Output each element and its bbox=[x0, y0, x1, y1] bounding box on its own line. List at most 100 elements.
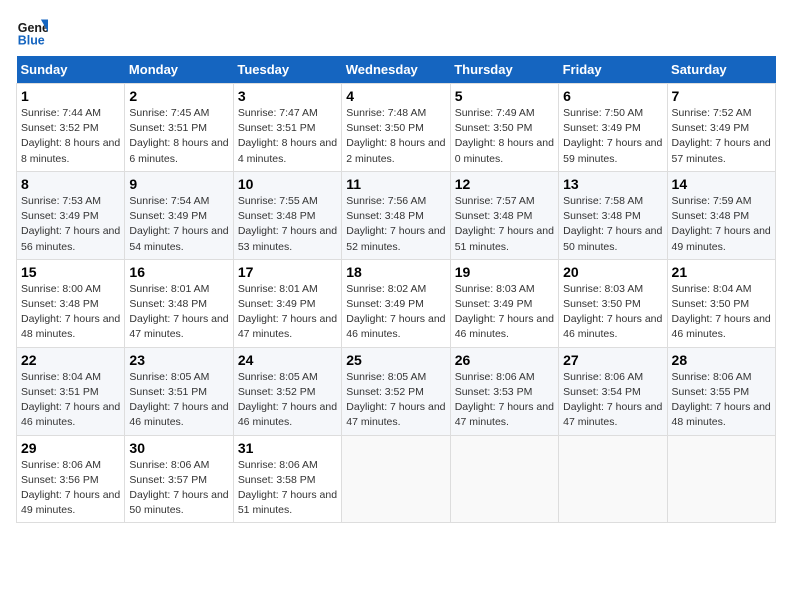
day-info: Sunrise: 8:01 AMSunset: 3:48 PMDaylight:… bbox=[129, 283, 228, 341]
calendar-cell: 5 Sunrise: 7:49 AMSunset: 3:50 PMDayligh… bbox=[450, 84, 558, 172]
calendar-cell: 23 Sunrise: 8:05 AMSunset: 3:51 PMDaylig… bbox=[125, 347, 233, 435]
calendar-cell: 26 Sunrise: 8:06 AMSunset: 3:53 PMDaylig… bbox=[450, 347, 558, 435]
day-info: Sunrise: 8:06 AMSunset: 3:53 PMDaylight:… bbox=[455, 371, 554, 429]
calendar-cell bbox=[559, 435, 667, 523]
day-info: Sunrise: 7:56 AMSunset: 3:48 PMDaylight:… bbox=[346, 195, 445, 253]
day-number: 29 bbox=[21, 440, 120, 456]
calendar-table: SundayMondayTuesdayWednesdayThursdayFrid… bbox=[16, 56, 776, 523]
calendar-cell: 8 Sunrise: 7:53 AMSunset: 3:49 PMDayligh… bbox=[17, 171, 125, 259]
calendar-header-monday: Monday bbox=[125, 56, 233, 84]
day-number: 13 bbox=[563, 176, 662, 192]
day-number: 26 bbox=[455, 352, 554, 368]
day-info: Sunrise: 8:03 AMSunset: 3:49 PMDaylight:… bbox=[455, 283, 554, 341]
calendar-header-thursday: Thursday bbox=[450, 56, 558, 84]
calendar-cell: 10 Sunrise: 7:55 AMSunset: 3:48 PMDaylig… bbox=[233, 171, 341, 259]
calendar-cell: 24 Sunrise: 8:05 AMSunset: 3:52 PMDaylig… bbox=[233, 347, 341, 435]
calendar-cell: 19 Sunrise: 8:03 AMSunset: 3:49 PMDaylig… bbox=[450, 259, 558, 347]
calendar-cell: 9 Sunrise: 7:54 AMSunset: 3:49 PMDayligh… bbox=[125, 171, 233, 259]
day-number: 21 bbox=[672, 264, 771, 280]
day-number: 8 bbox=[21, 176, 120, 192]
day-info: Sunrise: 8:06 AMSunset: 3:58 PMDaylight:… bbox=[238, 459, 337, 517]
calendar-cell: 28 Sunrise: 8:06 AMSunset: 3:55 PMDaylig… bbox=[667, 347, 775, 435]
day-number: 28 bbox=[672, 352, 771, 368]
calendar-cell: 27 Sunrise: 8:06 AMSunset: 3:54 PMDaylig… bbox=[559, 347, 667, 435]
calendar-cell: 15 Sunrise: 8:00 AMSunset: 3:48 PMDaylig… bbox=[17, 259, 125, 347]
calendar-cell: 25 Sunrise: 8:05 AMSunset: 3:52 PMDaylig… bbox=[342, 347, 450, 435]
day-info: Sunrise: 7:54 AMSunset: 3:49 PMDaylight:… bbox=[129, 195, 228, 253]
day-number: 1 bbox=[21, 88, 120, 104]
day-number: 2 bbox=[129, 88, 228, 104]
day-info: Sunrise: 8:05 AMSunset: 3:52 PMDaylight:… bbox=[238, 371, 337, 429]
day-info: Sunrise: 7:52 AMSunset: 3:49 PMDaylight:… bbox=[672, 107, 771, 165]
calendar-cell: 1 Sunrise: 7:44 AMSunset: 3:52 PMDayligh… bbox=[17, 84, 125, 172]
calendar-week-2: 8 Sunrise: 7:53 AMSunset: 3:49 PMDayligh… bbox=[17, 171, 776, 259]
logo: General Blue bbox=[16, 16, 52, 48]
day-number: 18 bbox=[346, 264, 445, 280]
day-number: 9 bbox=[129, 176, 228, 192]
day-number: 5 bbox=[455, 88, 554, 104]
calendar-header-saturday: Saturday bbox=[667, 56, 775, 84]
calendar-header-wednesday: Wednesday bbox=[342, 56, 450, 84]
day-info: Sunrise: 8:06 AMSunset: 3:57 PMDaylight:… bbox=[129, 459, 228, 517]
calendar-cell: 7 Sunrise: 7:52 AMSunset: 3:49 PMDayligh… bbox=[667, 84, 775, 172]
calendar-cell: 16 Sunrise: 8:01 AMSunset: 3:48 PMDaylig… bbox=[125, 259, 233, 347]
day-info: Sunrise: 8:05 AMSunset: 3:52 PMDaylight:… bbox=[346, 371, 445, 429]
day-info: Sunrise: 8:00 AMSunset: 3:48 PMDaylight:… bbox=[21, 283, 120, 341]
calendar-cell: 11 Sunrise: 7:56 AMSunset: 3:48 PMDaylig… bbox=[342, 171, 450, 259]
day-info: Sunrise: 7:44 AMSunset: 3:52 PMDaylight:… bbox=[21, 107, 120, 165]
calendar-week-3: 15 Sunrise: 8:00 AMSunset: 3:48 PMDaylig… bbox=[17, 259, 776, 347]
calendar-header-row: SundayMondayTuesdayWednesdayThursdayFrid… bbox=[17, 56, 776, 84]
calendar-cell: 30 Sunrise: 8:06 AMSunset: 3:57 PMDaylig… bbox=[125, 435, 233, 523]
calendar-week-1: 1 Sunrise: 7:44 AMSunset: 3:52 PMDayligh… bbox=[17, 84, 776, 172]
day-info: Sunrise: 7:55 AMSunset: 3:48 PMDaylight:… bbox=[238, 195, 337, 253]
svg-text:Blue: Blue bbox=[18, 33, 45, 47]
calendar-cell: 18 Sunrise: 8:02 AMSunset: 3:49 PMDaylig… bbox=[342, 259, 450, 347]
calendar-cell bbox=[342, 435, 450, 523]
day-number: 16 bbox=[129, 264, 228, 280]
calendar-cell: 4 Sunrise: 7:48 AMSunset: 3:50 PMDayligh… bbox=[342, 84, 450, 172]
day-number: 23 bbox=[129, 352, 228, 368]
day-info: Sunrise: 8:04 AMSunset: 3:50 PMDaylight:… bbox=[672, 283, 771, 341]
day-number: 22 bbox=[21, 352, 120, 368]
day-number: 4 bbox=[346, 88, 445, 104]
day-number: 19 bbox=[455, 264, 554, 280]
calendar-header-sunday: Sunday bbox=[17, 56, 125, 84]
calendar-cell: 2 Sunrise: 7:45 AMSunset: 3:51 PMDayligh… bbox=[125, 84, 233, 172]
day-info: Sunrise: 8:06 AMSunset: 3:56 PMDaylight:… bbox=[21, 459, 120, 517]
day-number: 12 bbox=[455, 176, 554, 192]
day-info: Sunrise: 8:01 AMSunset: 3:49 PMDaylight:… bbox=[238, 283, 337, 341]
day-number: 31 bbox=[238, 440, 337, 456]
day-number: 11 bbox=[346, 176, 445, 192]
day-info: Sunrise: 7:47 AMSunset: 3:51 PMDaylight:… bbox=[238, 107, 337, 165]
day-info: Sunrise: 8:06 AMSunset: 3:55 PMDaylight:… bbox=[672, 371, 771, 429]
day-info: Sunrise: 8:03 AMSunset: 3:50 PMDaylight:… bbox=[563, 283, 662, 341]
day-info: Sunrise: 7:57 AMSunset: 3:48 PMDaylight:… bbox=[455, 195, 554, 253]
day-number: 20 bbox=[563, 264, 662, 280]
day-info: Sunrise: 7:53 AMSunset: 3:49 PMDaylight:… bbox=[21, 195, 120, 253]
day-info: Sunrise: 7:45 AMSunset: 3:51 PMDaylight:… bbox=[129, 107, 228, 165]
day-number: 6 bbox=[563, 88, 662, 104]
page-header: General Blue bbox=[16, 16, 776, 48]
calendar-cell: 21 Sunrise: 8:04 AMSunset: 3:50 PMDaylig… bbox=[667, 259, 775, 347]
calendar-cell: 13 Sunrise: 7:58 AMSunset: 3:48 PMDaylig… bbox=[559, 171, 667, 259]
calendar-header-friday: Friday bbox=[559, 56, 667, 84]
calendar-week-5: 29 Sunrise: 8:06 AMSunset: 3:56 PMDaylig… bbox=[17, 435, 776, 523]
logo-icon: General Blue bbox=[16, 16, 48, 48]
day-number: 10 bbox=[238, 176, 337, 192]
calendar-cell: 29 Sunrise: 8:06 AMSunset: 3:56 PMDaylig… bbox=[17, 435, 125, 523]
calendar-cell: 22 Sunrise: 8:04 AMSunset: 3:51 PMDaylig… bbox=[17, 347, 125, 435]
day-info: Sunrise: 7:49 AMSunset: 3:50 PMDaylight:… bbox=[455, 107, 554, 165]
day-info: Sunrise: 8:02 AMSunset: 3:49 PMDaylight:… bbox=[346, 283, 445, 341]
day-info: Sunrise: 7:59 AMSunset: 3:48 PMDaylight:… bbox=[672, 195, 771, 253]
calendar-cell: 17 Sunrise: 8:01 AMSunset: 3:49 PMDaylig… bbox=[233, 259, 341, 347]
calendar-cell: 6 Sunrise: 7:50 AMSunset: 3:49 PMDayligh… bbox=[559, 84, 667, 172]
day-info: Sunrise: 7:50 AMSunset: 3:49 PMDaylight:… bbox=[563, 107, 662, 165]
day-number: 25 bbox=[346, 352, 445, 368]
day-number: 15 bbox=[21, 264, 120, 280]
day-info: Sunrise: 7:58 AMSunset: 3:48 PMDaylight:… bbox=[563, 195, 662, 253]
calendar-header-tuesday: Tuesday bbox=[233, 56, 341, 84]
calendar-cell bbox=[450, 435, 558, 523]
calendar-cell: 20 Sunrise: 8:03 AMSunset: 3:50 PMDaylig… bbox=[559, 259, 667, 347]
calendar-body: 1 Sunrise: 7:44 AMSunset: 3:52 PMDayligh… bbox=[17, 84, 776, 523]
day-number: 3 bbox=[238, 88, 337, 104]
